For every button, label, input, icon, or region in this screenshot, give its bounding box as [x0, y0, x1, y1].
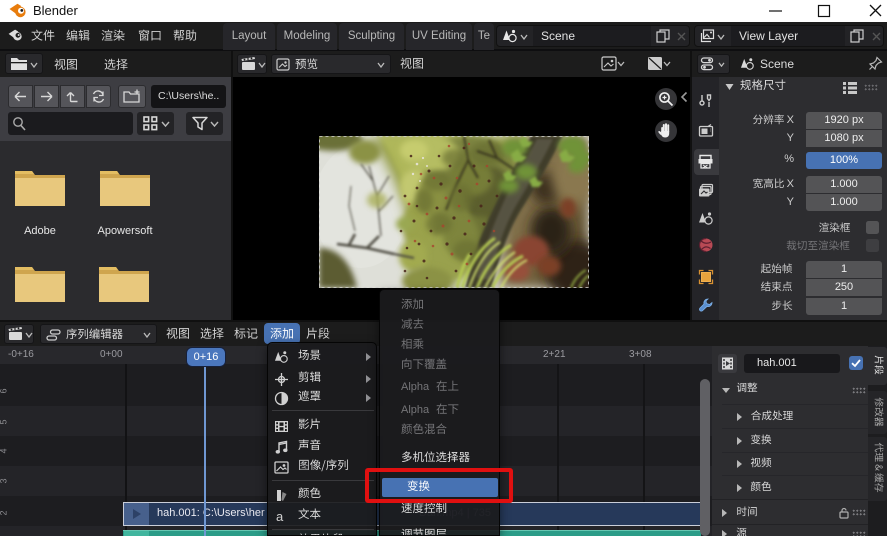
- svg-text:a: a: [276, 509, 284, 524]
